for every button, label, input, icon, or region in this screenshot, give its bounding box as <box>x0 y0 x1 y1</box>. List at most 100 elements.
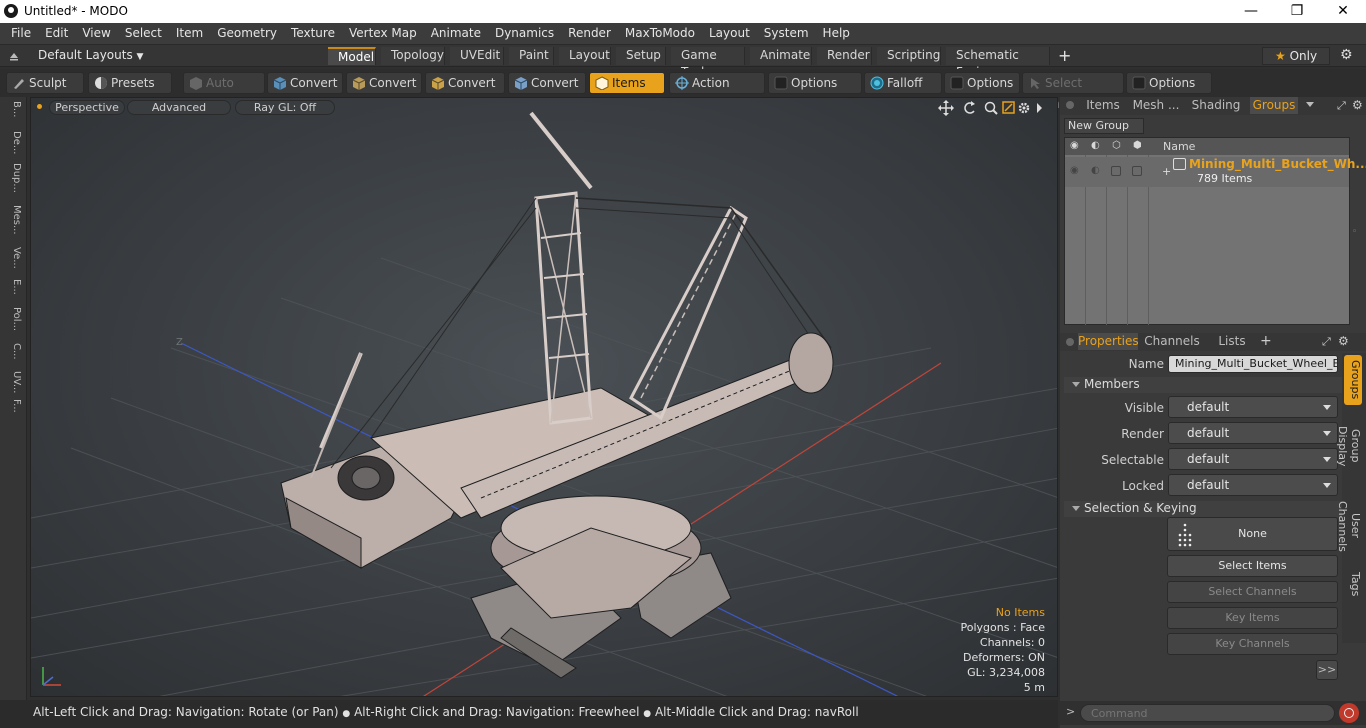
render-toggle-icon[interactable]: ◐ <box>1091 165 1100 176</box>
close-button[interactable]: ✕ <box>1320 0 1366 23</box>
left-tab-curve[interactable]: C... <box>4 343 22 360</box>
falloff-button[interactable]: Falloff <box>864 72 942 94</box>
panel-menu-dot-icon[interactable] <box>1066 338 1074 346</box>
tab-groups[interactable]: Groups <box>1250 97 1298 114</box>
default-layouts-dropdown[interactable]: Default Layouts ▼ <box>38 48 143 62</box>
tab-properties[interactable]: Properties <box>1078 333 1139 350</box>
tab-render[interactable]: Render <box>817 47 872 65</box>
none-button[interactable]: None <box>1167 517 1338 551</box>
tab-schematic-fusion[interactable]: Schematic Fusion <box>946 47 1050 79</box>
locked-dropdown[interactable]: default <box>1168 474 1338 496</box>
select-items-button[interactable]: Select Items <box>1167 555 1338 577</box>
tab-mesh[interactable]: Mesh ... <box>1130 97 1182 114</box>
menu-help[interactable]: Help <box>816 23 857 45</box>
menu-system[interactable]: System <box>757 23 816 45</box>
side-tab-group-display[interactable]: Group Display <box>1336 409 1362 483</box>
panel-menu-dot-icon[interactable] <box>1066 101 1074 109</box>
action-center-options-button[interactable]: Options <box>768 72 862 94</box>
menu-texture[interactable]: Texture <box>284 23 342 45</box>
record-macro-button[interactable] <box>1339 703 1359 723</box>
auto-select-button[interactable]: Auto Select <box>183 72 265 111</box>
tab-scripting[interactable]: Scripting <box>877 47 941 65</box>
gear-icon[interactable]: ⚙ <box>1340 47 1353 63</box>
expand-plus-icon[interactable]: + <box>1162 165 1171 178</box>
left-tab-mesh-edit[interactable]: Mes... <box>4 205 22 235</box>
select-toggle-icon[interactable] <box>1132 166 1142 176</box>
convert-button-2[interactable]: Convert <box>346 72 422 94</box>
3d-viewport[interactable]: Perspective Advanced Ray GL: Off Z No It… <box>30 97 1058 697</box>
render-dropdown[interactable]: default <box>1168 422 1338 444</box>
tab-lists[interactable]: Lists <box>1206 333 1258 350</box>
falloff-options-button[interactable]: Options <box>944 72 1020 94</box>
tabs-dropdown-icon[interactable] <box>1306 102 1314 107</box>
left-tab-basic[interactable]: B... <box>4 101 22 117</box>
more-button[interactable]: >> <box>1316 660 1338 680</box>
command-input[interactable] <box>1080 704 1335 722</box>
menu-render[interactable]: Render <box>561 23 618 45</box>
tab-setup[interactable]: Setup <box>616 47 666 65</box>
menu-view[interactable]: View <box>75 23 117 45</box>
add-tab-button[interactable]: + <box>1058 46 1071 65</box>
menu-layout[interactable]: Layout <box>702 23 757 45</box>
menu-vertex-map[interactable]: Vertex Map <box>342 23 424 45</box>
visible-dropdown[interactable]: default <box>1168 396 1338 418</box>
left-tab-uv[interactable]: UV... <box>4 371 22 393</box>
tab-topology[interactable]: Topology <box>381 47 445 65</box>
add-tab-button[interactable]: + <box>1260 333 1272 349</box>
panel-gear-icon[interactable]: ⚙ <box>1338 334 1349 348</box>
tab-uvedit[interactable]: UVEdit <box>450 47 504 65</box>
menu-edit[interactable]: Edit <box>38 23 75 45</box>
tab-paint[interactable]: Paint <box>509 47 554 65</box>
visibility-toggle-icon[interactable]: ◉ <box>1070 165 1079 176</box>
left-tab-duplicate[interactable]: Dup... <box>4 163 22 193</box>
name-field[interactable]: Mining_Multi_Bucket_Wheel_Exca <box>1168 355 1338 373</box>
tab-channels[interactable]: Channels <box>1142 333 1202 350</box>
layout-toggle-icon[interactable] <box>8 49 20 61</box>
left-tab-edge[interactable]: E... <box>4 279 22 295</box>
maximize-button[interactable]: ❐ <box>1274 0 1320 23</box>
tab-game-tools[interactable]: Game Tools <box>671 47 745 79</box>
expand-panel-icon[interactable]: ⤢ <box>1322 335 1331 349</box>
convert-button-1[interactable]: Convert <box>267 72 343 94</box>
new-group-button[interactable]: New Group <box>1064 118 1144 134</box>
tab-items[interactable]: Items <box>1080 97 1126 114</box>
menu-maxtomodo[interactable]: MaxToModo <box>618 23 702 45</box>
left-tab-fusion[interactable]: F... <box>4 399 22 413</box>
items-mode-button[interactable]: Items <box>589 72 665 94</box>
only-toggle[interactable]: ★ Only <box>1262 47 1330 65</box>
command-expand-icon[interactable]: > <box>1066 705 1075 718</box>
menu-animate[interactable]: Animate <box>424 23 488 45</box>
key-items-button[interactable]: Key Items <box>1167 607 1338 629</box>
sculpt-button[interactable]: Sculpt <box>6 72 84 94</box>
presets-button[interactable]: Presets F6 <box>88 72 172 111</box>
tab-layout[interactable]: Layout <box>559 47 611 65</box>
group-name[interactable]: Mining_Multi_Bucket_Wh... <box>1189 157 1366 171</box>
action-center-button[interactable]: Action Center <box>669 72 765 111</box>
side-tab-tags[interactable]: Tags <box>1344 569 1362 599</box>
tab-model[interactable]: Model <box>328 47 376 65</box>
group-row[interactable]: ◉ ◐ + Mining_Multi_Bucket_Wh... 789 Item… <box>1065 157 1366 187</box>
select-through-options-button[interactable]: Options <box>1126 72 1212 94</box>
menu-select[interactable]: Select <box>118 23 169 45</box>
expand-panel-icon[interactable]: ⤢ <box>1337 99 1346 113</box>
menu-dynamics[interactable]: Dynamics <box>488 23 561 45</box>
convert-button-3[interactable]: Convert <box>425 72 505 94</box>
members-section-header[interactable]: Members <box>1064 377 1342 393</box>
selection-keying-section-header[interactable]: Selection & Keying <box>1064 501 1342 517</box>
convert-button-4[interactable]: Convert <box>508 72 586 94</box>
menu-file[interactable]: File <box>4 23 38 45</box>
left-tab-deform[interactable]: De... <box>4 131 22 154</box>
left-tab-polygon[interactable]: Pol... <box>4 307 22 331</box>
lock-toggle-icon[interactable] <box>1111 166 1121 176</box>
side-tab-user-channels[interactable]: User Channels <box>1336 489 1362 563</box>
menu-item[interactable]: Item <box>169 23 210 45</box>
select-channels-button[interactable]: Select Channels <box>1167 581 1338 603</box>
list-scroll-handle[interactable]: ◦ <box>1352 227 1357 237</box>
select-through-button[interactable]: Select Through <box>1022 72 1124 111</box>
panel-gear-icon[interactable]: ⚙ <box>1352 98 1363 112</box>
menu-geometry[interactable]: Geometry <box>210 23 284 45</box>
minimize-button[interactable]: — <box>1228 0 1274 23</box>
tab-animate[interactable]: Animate <box>750 47 812 65</box>
selectable-dropdown[interactable]: default <box>1168 448 1338 470</box>
tab-shading[interactable]: Shading <box>1186 97 1246 114</box>
